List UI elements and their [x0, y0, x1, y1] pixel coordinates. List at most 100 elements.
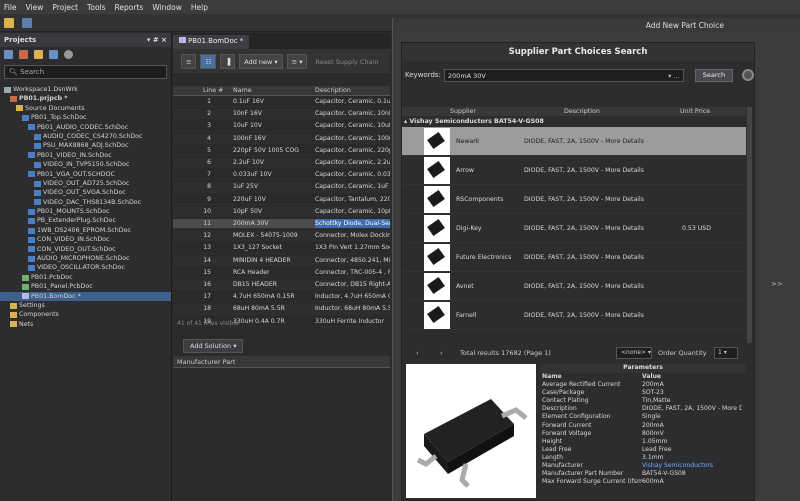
reset-supply-chain-button[interactable]: Reset Supply Chain [315, 58, 378, 66]
grid-view-button[interactable]: ☷ [200, 54, 217, 69]
search-input[interactable]: 🔍︎ Search [4, 65, 167, 79]
menu-item-file[interactable]: File [4, 3, 17, 12]
gear-icon[interactable] [64, 50, 73, 59]
table-row[interactable]: 7 0.033uF 10V Capacitor, Ceramic, 0.033 [173, 170, 390, 181]
menu-item-help[interactable]: Help [191, 3, 208, 12]
result-description[interactable]: DIODE, FAST, 2A, 1500V - More Details [524, 167, 644, 174]
add-solution-button[interactable]: Add Solution ▾ [183, 339, 244, 353]
result-description[interactable]: DIODE, FAST, 2A, 1500V - More Details [524, 254, 644, 261]
tree-node[interactable]: CON_VIDEO_IN.SchDoc [0, 235, 171, 244]
tree-node[interactable]: PB01.BomDoc * [0, 291, 171, 301]
open-folder-icon[interactable] [4, 18, 14, 28]
search-button[interactable]: Search [694, 68, 733, 82]
tree-node[interactable]: PSU_MAX8868_ADJ.SchDoc [0, 141, 171, 150]
list-item[interactable]: Farnell DIODE, FAST, 2A, 1500V - More Det… [402, 301, 746, 330]
folder-icon[interactable] [34, 50, 43, 59]
add-new-button[interactable]: Add new ▾ [239, 54, 283, 69]
tree-node[interactable]: AUDIO_CODEC_CS4270.SchDoc [0, 132, 171, 141]
none-select[interactable]: <none> ▾ [616, 347, 652, 359]
project-icon[interactable] [19, 50, 28, 59]
tree-node[interactable]: Source Documents [0, 104, 171, 113]
table-row[interactable]: 13 1X3_127 Socket 1X3 Pin Vert 1.27mm Sock [173, 243, 390, 254]
col-name[interactable]: Name [233, 86, 252, 96]
list-view-button[interactable]: ≡ [181, 54, 197, 69]
table-row[interactable]: 4 100nF 16V Capacitor, Ceramic, 100nF [173, 133, 390, 144]
table-row[interactable]: 10 10pF 50V Capacitor, Ceramic, 10pF [173, 206, 390, 217]
tree-node[interactable]: PB01_Panel.PcbDoc [0, 282, 171, 291]
expand-button[interactable]: >> [771, 280, 783, 288]
table-row[interactable]: 2 10nF 16V Capacitor, Ceramic, 10nF [173, 109, 390, 120]
list-item[interactable]: Digi-Key DIODE, FAST, 2A, 1500V - More De… [402, 214, 746, 243]
list-item[interactable]: Newark DIODE, FAST, 2A, 1500V - More Deta… [402, 127, 746, 156]
results-scrollbar[interactable] [747, 107, 752, 343]
prev-page-icon[interactable]: ‹ [416, 346, 419, 360]
tree-node[interactable]: 1WB_DS2406_EPROM.SchDoc [0, 226, 171, 235]
columns-button[interactable]: ≡ ▾ [286, 54, 308, 69]
table-row[interactable]: 16 DB15 HEADER Connector, DB15 Right-An [173, 280, 390, 291]
tree-node[interactable]: PB01_Top.SchDoc [0, 113, 171, 122]
keywords-input[interactable]: 200mA 30V ▾ … [443, 68, 684, 82]
tree-node[interactable]: VIDEO_OUT_SVGA.SchDoc [0, 188, 171, 197]
tree-node[interactable]: CON_VIDEO_OUT.SchDoc [0, 245, 171, 254]
result-description[interactable]: DIODE, FAST, 2A, 1500V - More Details [524, 312, 644, 319]
result-description[interactable]: DIODE, FAST, 2A, 1500V - More Details [524, 283, 644, 290]
tree-node[interactable]: PB01_AUDIO_CODEC.SchDoc [0, 123, 171, 132]
menu-item-window[interactable]: Window [152, 3, 182, 12]
tree-node[interactable]: PB01_VGA_OUT.SCHDOC [0, 170, 171, 179]
tree-node[interactable]: VIDEO_OUT_AD725.SchDoc [0, 179, 171, 188]
result-description[interactable]: DIODE, FAST, 2A, 1500V - More Details [524, 196, 644, 203]
col-unit-price[interactable]: Unit Price [680, 107, 710, 116]
tree-node[interactable]: PB01_MOUNTS.SchDoc [0, 207, 171, 216]
col-description[interactable]: Description [315, 86, 351, 96]
table-row[interactable]: 18 68uH 80mA 5.5R Inductor, 68uH 80mA 5.5R [173, 304, 390, 315]
table-row[interactable]: 8 1uF 25V Capacitor, Ceramic, 1uF 1 [173, 182, 390, 193]
tree-node[interactable]: VIDEO_DAC_THS8134B.SchDoc [0, 198, 171, 207]
table-row[interactable]: 5 220pF 50V 1005 COG Capacitor, Ceramic, 2… [173, 146, 390, 156]
workspace-icon[interactable] [4, 50, 13, 59]
menu-item-view[interactable]: View [26, 3, 44, 12]
table-row[interactable]: 9 220uF 10V Capacitor, Tantalum, 220u [173, 195, 390, 205]
document-icon[interactable] [49, 50, 58, 59]
col-supplier[interactable]: Supplier [450, 107, 476, 116]
tree-node[interactable]: PB01_VIDEO_IN.SchDoc [0, 151, 171, 160]
tree-node[interactable]: Components [0, 310, 171, 319]
table-row[interactable]: 6 2.2uF 10V Capacitor, Ceramic, 2.2uF [173, 158, 390, 169]
list-item[interactable]: Future Electronics DIODE, FAST, 2A, 1500V… [402, 243, 746, 272]
list-item[interactable]: RSComponents DIODE, FAST, 2A, 1500V - Mor… [402, 185, 746, 214]
tree-node[interactable]: Settings [0, 301, 171, 310]
chart-view-button[interactable]: ▐ [220, 54, 236, 69]
table-row[interactable]: 1 0.1uF 16V Capacitor, Ceramic, 0.1uF [173, 97, 390, 108]
table-row[interactable]: 11 200mA 30V Schottky Diode, Dual-Serie [173, 219, 390, 230]
manufacturer-group[interactable]: ▴ Vishay Semiconductors BAT54-V-GS08 [402, 117, 746, 126]
tree-node[interactable]: VIDEO_IN_TVP5150.SchDoc [0, 160, 171, 169]
tree-node[interactable]: VIDEO_OSCILLATOR.SchDoc [0, 263, 171, 272]
table-row[interactable]: 15 RCA Header Connector, TRC-005-4 , R [173, 268, 390, 278]
chevron-down-icon[interactable]: ▾ … [668, 72, 680, 80]
result-description[interactable]: DIODE, FAST, 2A, 1500V - More Details [524, 138, 644, 145]
table-row[interactable]: 3 10uF 10V Capacitor, Ceramic, 10uF [173, 121, 390, 132]
table-row[interactable]: 14 MINIDIN 4 HEADER Connector, 4850.241, M… [173, 255, 390, 266]
result-description[interactable]: DIODE, FAST, 2A, 1500V - More Details [524, 225, 644, 232]
tree-node[interactable]: Nets [0, 320, 171, 329]
tree-node[interactable]: Workspace1.DsnWrk [0, 85, 171, 94]
parameter-value[interactable]: Vishay Semiconductors [642, 462, 742, 470]
menu-item-tools[interactable]: Tools [87, 3, 105, 12]
save-icon[interactable] [22, 18, 33, 28]
order-quantity-input[interactable]: 1 ▾ [714, 347, 738, 359]
list-item[interactable]: Avnet DIODE, FAST, 2A, 1500V - More Detai… [402, 272, 746, 301]
gear-icon[interactable] [741, 69, 754, 81]
tree-node[interactable]: PB01.prjpcb * [0, 94, 171, 103]
menu-item-project[interactable]: Project [52, 3, 78, 12]
table-row[interactable]: 17 4.7uH 650mA 0.15R Inductor, 4.7uH 650mA… [173, 292, 390, 303]
list-item[interactable]: Arrow DIODE, FAST, 2A, 1500V - More Detai… [402, 156, 746, 185]
col-description[interactable]: Description [564, 107, 600, 116]
table-row[interactable]: 12 MOLEX - 54075-1009 Connector, Molex Doc… [173, 231, 390, 242]
panel-controls[interactable]: ▾ # × [147, 36, 167, 44]
tree-node[interactable]: PB_ExtenderPlug.SchDoc [0, 216, 171, 225]
tree-node[interactable]: AUDIO_MICROPHONE.SchDoc [0, 254, 171, 263]
tree-node[interactable]: PB01.PcbDoc [0, 273, 171, 282]
next-page-icon[interactable]: › [440, 346, 443, 360]
menu-item-reports[interactable]: Reports [115, 3, 144, 12]
tab-bomdoc[interactable]: PB01.BomDoc * [173, 35, 250, 49]
col-line[interactable]: Line # [203, 86, 223, 96]
